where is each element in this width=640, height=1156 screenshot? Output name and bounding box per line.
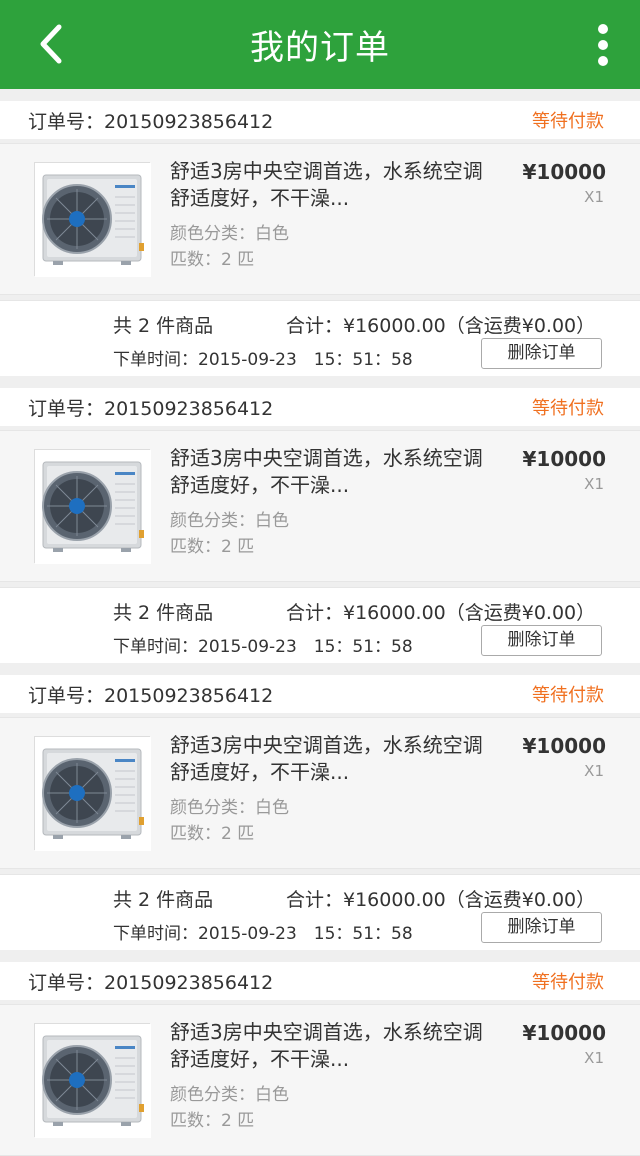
chevron-left-icon bbox=[40, 24, 62, 64]
order-status: 等待付款 bbox=[532, 972, 604, 993]
order-header: 订单号：20150923856412 等待付款 bbox=[0, 675, 640, 713]
product-name[interactable]: 舒适3房中央空调首选，水系统空调舒适度好，不干澡... bbox=[170, 445, 490, 499]
product-quantity: X1 bbox=[584, 188, 604, 206]
product-color: 颜色分类：白色 bbox=[170, 224, 289, 244]
product-quantity: X1 bbox=[584, 762, 604, 780]
order-status: 等待付款 bbox=[532, 398, 604, 419]
product-spec: 匹数：2 匹 bbox=[170, 824, 255, 844]
product-spec: 匹数：2 匹 bbox=[170, 1111, 255, 1131]
order-footer: 共 2 件商品 合计：¥16000.00（含运费¥0.00） 下单时间：2015… bbox=[0, 874, 640, 950]
order-time: 下单时间：2015-09-23 15：51：58 bbox=[113, 350, 413, 370]
product-price: ¥10000 bbox=[522, 160, 607, 184]
delete-order-button[interactable]: 删除订单 bbox=[481, 912, 602, 943]
product-color: 颜色分类：白色 bbox=[170, 511, 289, 531]
air-conditioner-image[interactable] bbox=[34, 162, 152, 278]
order-header: 订单号：20150923856412 等待付款 bbox=[0, 388, 640, 426]
order-number: 订单号：20150923856412 bbox=[28, 110, 274, 133]
order-card: 订单号：20150923856412 等待付款 舒适3房中央空调首选，水系统空调… bbox=[0, 962, 640, 1156]
order-time: 下单时间：2015-09-23 15：51：58 bbox=[113, 637, 413, 657]
product-quantity: X1 bbox=[584, 1049, 604, 1067]
product-price: ¥10000 bbox=[522, 734, 607, 758]
product-price: ¥10000 bbox=[522, 447, 607, 471]
product-name[interactable]: 舒适3房中央空调首选，水系统空调舒适度好，不干澡... bbox=[170, 1019, 490, 1073]
item-count: 共 2 件商品 bbox=[113, 889, 214, 911]
air-conditioner-image[interactable] bbox=[34, 449, 152, 565]
item-count: 共 2 件商品 bbox=[113, 602, 214, 624]
product-spec: 匹数：2 匹 bbox=[170, 250, 255, 270]
order-card: 订单号：20150923856412 等待付款 舒适3房中央空调首选，水系统空调… bbox=[0, 101, 640, 376]
order-card: 订单号：20150923856412 等待付款 舒适3房中央空调首选，水系统空调… bbox=[0, 675, 640, 950]
order-footer: 共 2 件商品 合计：¥16000.00（含运费¥0.00） 下单时间：2015… bbox=[0, 587, 640, 663]
product-price: ¥10000 bbox=[522, 1021, 607, 1045]
order-card: 订单号：20150923856412 等待付款 舒适3房中央空调首选，水系统空调… bbox=[0, 388, 640, 663]
order-product[interactable]: 舒适3房中央空调首选，水系统空调舒适度好，不干澡... 颜色分类：白色 匹数：2… bbox=[0, 717, 640, 869]
order-total: 合计：¥16000.00（含运费¥0.00） bbox=[286, 889, 596, 911]
back-button[interactable] bbox=[28, 20, 76, 68]
app-header: 我的订单 bbox=[0, 0, 640, 89]
product-name[interactable]: 舒适3房中央空调首选，水系统空调舒适度好，不干澡... bbox=[170, 732, 490, 786]
order-product[interactable]: 舒适3房中央空调首选，水系统空调舒适度好，不干澡... 颜色分类：白色 匹数：2… bbox=[0, 430, 640, 582]
product-name[interactable]: 舒适3房中央空调首选，水系统空调舒适度好，不干澡... bbox=[170, 158, 490, 212]
more-vertical-icon bbox=[598, 24, 608, 66]
order-status: 等待付款 bbox=[532, 685, 604, 706]
order-status: 等待付款 bbox=[532, 111, 604, 132]
product-spec: 匹数：2 匹 bbox=[170, 537, 255, 557]
more-menu-button[interactable] bbox=[588, 22, 618, 68]
product-quantity: X1 bbox=[584, 475, 604, 493]
delete-order-button[interactable]: 删除订单 bbox=[481, 625, 602, 656]
order-number: 订单号：20150923856412 bbox=[28, 397, 274, 420]
order-product[interactable]: 舒适3房中央空调首选，水系统空调舒适度好，不干澡... 颜色分类：白色 匹数：2… bbox=[0, 1004, 640, 1156]
product-color: 颜色分类：白色 bbox=[170, 1085, 289, 1105]
order-footer: 共 2 件商品 合计：¥16000.00（含运费¥0.00） 下单时间：2015… bbox=[0, 300, 640, 376]
order-total: 合计：¥16000.00（含运费¥0.00） bbox=[286, 602, 596, 624]
air-conditioner-image[interactable] bbox=[34, 1023, 152, 1139]
order-header: 订单号：20150923856412 等待付款 bbox=[0, 101, 640, 139]
item-count: 共 2 件商品 bbox=[113, 315, 214, 337]
order-list: 订单号：20150923856412 等待付款 舒适3房中央空调首选，水系统空调… bbox=[0, 89, 640, 1156]
air-conditioner-image[interactable] bbox=[34, 736, 152, 852]
order-number: 订单号：20150923856412 bbox=[28, 971, 274, 994]
product-color: 颜色分类：白色 bbox=[170, 798, 289, 818]
order-time: 下单时间：2015-09-23 15：51：58 bbox=[113, 924, 413, 944]
page-title: 我的订单 bbox=[250, 28, 390, 68]
order-total: 合计：¥16000.00（含运费¥0.00） bbox=[286, 315, 596, 337]
order-product[interactable]: 舒适3房中央空调首选，水系统空调舒适度好，不干澡... 颜色分类：白色 匹数：2… bbox=[0, 143, 640, 295]
delete-order-button[interactable]: 删除订单 bbox=[481, 338, 602, 369]
order-header: 订单号：20150923856412 等待付款 bbox=[0, 962, 640, 1000]
order-number: 订单号：20150923856412 bbox=[28, 684, 274, 707]
